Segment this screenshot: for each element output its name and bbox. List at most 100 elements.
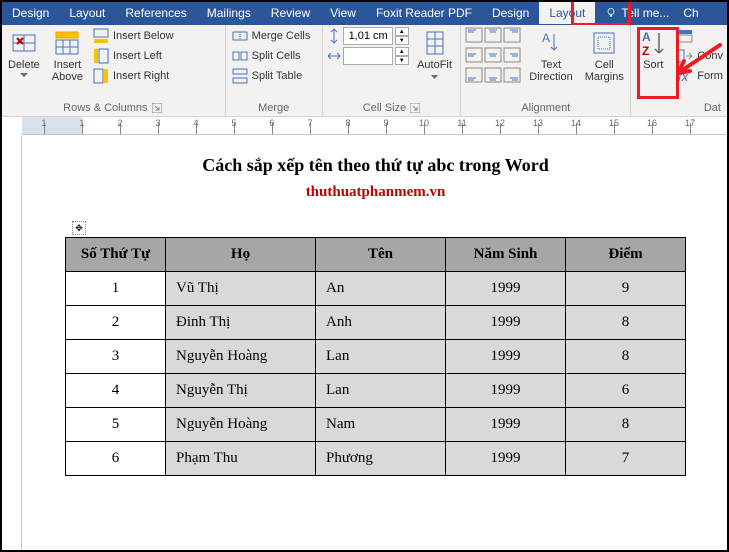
cell-nam[interactable]: 1999 <box>446 442 566 476</box>
width-up[interactable]: ▲ <box>395 47 409 56</box>
titlebar: Design Layout References Mailings Review… <box>0 0 729 25</box>
autofit-button[interactable]: AutoFit <box>413 27 457 85</box>
convert-button[interactable]: Conv <box>675 47 725 65</box>
dialog-launcher-icon[interactable] <box>152 103 162 113</box>
svg-text:fx: fx <box>678 69 689 83</box>
align-bot-right[interactable] <box>503 67 521 86</box>
merge-cells-icon <box>232 28 248 44</box>
cell-margins-button[interactable]: Cell Margins <box>581 27 628 85</box>
align-bot-left[interactable] <box>465 67 483 86</box>
sort-button[interactable]: AZ Sort <box>635 27 671 73</box>
table-row[interactable]: 5 Nguyễn Hoàng Nam 1999 8 <box>66 408 686 442</box>
repeat-header-icon <box>677 28 693 44</box>
tab-table-layout[interactable]: Layout <box>539 2 595 24</box>
cell-n[interactable]: 3 <box>66 340 166 374</box>
table-anchor-icon[interactable]: ✥ <box>72 221 86 235</box>
cell-diem[interactable]: 8 <box>566 306 686 340</box>
cell-ho[interactable]: Nguyễn Hoàng <box>166 408 316 442</box>
align-top-right[interactable] <box>503 27 521 46</box>
table-header-row: Số Thứ Tự Họ Tên Năm Sinh Điểm <box>66 238 686 272</box>
tell-me[interactable]: Tell me... <box>595 2 679 24</box>
cell-n[interactable]: 1 <box>66 272 166 306</box>
align-mid-right[interactable] <box>503 47 521 66</box>
width-down[interactable]: ▼ <box>395 56 409 65</box>
table-row[interactable]: 3 Nguyễn Hoàng Lan 1999 8 <box>66 340 686 374</box>
table-row[interactable]: 2 Đinh Thị Anh 1999 8 <box>66 306 686 340</box>
cell-diem[interactable]: 9 <box>566 272 686 306</box>
insert-below-button[interactable]: Insert Below <box>91 27 176 45</box>
insert-left-button[interactable]: Insert Left <box>91 47 176 65</box>
tab-design[interactable]: Design <box>2 2 59 24</box>
cell-ho[interactable]: Nguyễn Hoàng <box>166 340 316 374</box>
col-width-spinner[interactable]: ▲▼ <box>327 47 409 65</box>
document-subtitle: thuthuatphanmem.vn <box>42 184 709 201</box>
cell-n[interactable]: 6 <box>66 442 166 476</box>
insert-above-label: Insert Above <box>52 59 83 83</box>
align-mid-left[interactable] <box>465 47 483 66</box>
tab-review[interactable]: Review <box>261 2 320 24</box>
align-top-center[interactable] <box>484 27 502 46</box>
tab-mailings[interactable]: Mailings <box>197 2 261 24</box>
cell-ten[interactable]: Lan <box>316 340 446 374</box>
delete-label: Delete <box>8 59 40 71</box>
tab-references[interactable]: References <box>115 2 196 24</box>
cell-ten[interactable]: Lan <box>316 374 446 408</box>
tab-table-design[interactable]: Design <box>482 2 539 24</box>
merge-cells-button[interactable]: Merge Cells <box>230 27 313 45</box>
table-row[interactable]: 6 Phạm Thu Phương 1999 7 <box>66 442 686 476</box>
cell-diem[interactable]: 8 <box>566 408 686 442</box>
insert-right-button[interactable]: Insert Right <box>91 67 176 85</box>
row-height-input[interactable] <box>343 27 393 45</box>
cell-n[interactable]: 2 <box>66 306 166 340</box>
autofit-icon <box>421 29 449 57</box>
repeat-header-button[interactable] <box>675 27 725 45</box>
table-row[interactable]: 1 Vũ Thị An 1999 9 <box>66 272 686 306</box>
svg-text:Z: Z <box>642 44 649 57</box>
cell-diem[interactable]: 7 <box>566 442 686 476</box>
cell-nam[interactable]: 1999 <box>446 306 566 340</box>
merge-group-label: Merge <box>230 100 318 116</box>
ruler-horizontal[interactable]: 11234567891011121314151617 <box>22 117 729 135</box>
align-mid-center[interactable] <box>484 47 502 66</box>
row-height-icon <box>327 28 341 44</box>
height-up[interactable]: ▲ <box>395 27 409 36</box>
split-table-label: Split Table <box>252 70 303 82</box>
text-direction-button[interactable]: A Text Direction <box>525 27 576 85</box>
align-bot-center[interactable] <box>484 67 502 86</box>
cell-nam[interactable]: 1999 <box>446 374 566 408</box>
row-height-spinner[interactable]: ▲▼ <box>327 27 409 45</box>
cell-ho[interactable]: Vũ Thị <box>166 272 316 306</box>
cell-nam[interactable]: 1999 <box>446 272 566 306</box>
dialog-launcher-icon[interactable] <box>410 103 420 113</box>
table-row[interactable]: 4 Nguyễn Thị Lan 1999 6 <box>66 374 686 408</box>
cell-nam[interactable]: 1999 <box>446 408 566 442</box>
cell-ten[interactable]: Anh <box>316 306 446 340</box>
split-table-button[interactable]: Split Table <box>230 67 313 85</box>
cell-ho[interactable]: Phạm Thu <box>166 442 316 476</box>
formula-button[interactable]: fxForm <box>675 67 725 85</box>
cell-ten[interactable]: Nam <box>316 408 446 442</box>
tab-layout[interactable]: Layout <box>59 2 115 24</box>
split-cells-button[interactable]: Split Cells <box>230 47 313 65</box>
tab-view[interactable]: View <box>320 2 366 24</box>
tab-foxit[interactable]: Foxit Reader PDF <box>366 2 482 24</box>
col-width-input[interactable] <box>343 47 393 65</box>
align-top-left[interactable] <box>465 27 483 46</box>
cell-n[interactable]: 4 <box>66 374 166 408</box>
cell-ten[interactable]: Phương <box>316 442 446 476</box>
height-down[interactable]: ▼ <box>395 36 409 45</box>
cell-nam[interactable]: 1999 <box>446 340 566 374</box>
cell-ten[interactable]: An <box>316 272 446 306</box>
delete-button[interactable]: Delete <box>4 27 44 79</box>
autofit-label: AutoFit <box>417 59 453 83</box>
ruler-vertical[interactable] <box>0 135 22 550</box>
svg-text:A: A <box>642 30 651 44</box>
cell-ho[interactable]: Nguyễn Thị <box>166 374 316 408</box>
cell-diem[interactable]: 8 <box>566 340 686 374</box>
group-data: AZ Sort Conv fxForm Dat <box>631 25 729 116</box>
insert-above-button[interactable]: Insert Above <box>48 27 87 85</box>
cell-diem[interactable]: 6 <box>566 374 686 408</box>
cell-ho[interactable]: Đinh Thị <box>166 306 316 340</box>
cell-n[interactable]: 5 <box>66 408 166 442</box>
document-table[interactable]: Số Thứ Tự Họ Tên Năm Sinh Điểm 1 Vũ Thị … <box>65 237 686 476</box>
